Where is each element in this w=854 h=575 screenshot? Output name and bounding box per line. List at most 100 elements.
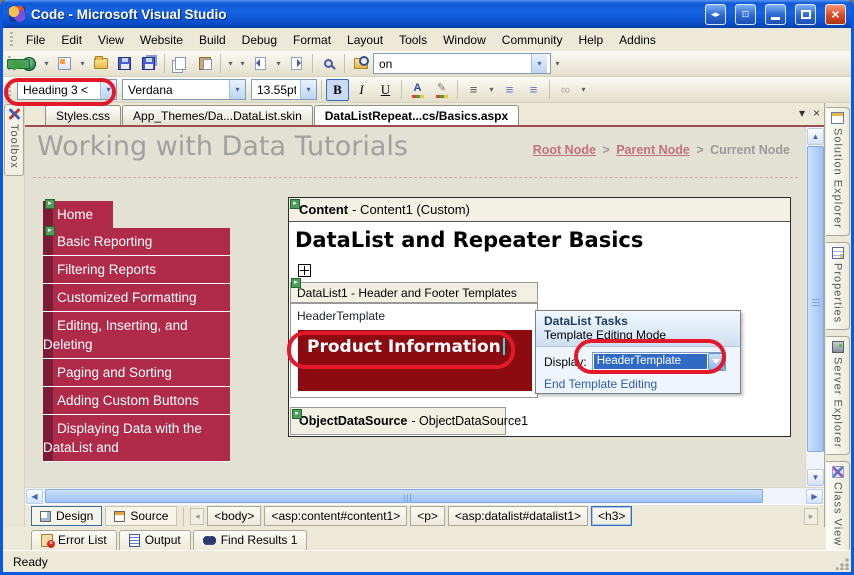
view-in-browser-button[interactable] [317,53,340,75]
font-size-combo-dropdown[interactable]: ▾ [300,80,316,99]
open-file-button[interactable] [89,53,112,75]
undo-dropdown[interactable]: ▾ [225,53,236,75]
tab-styles-css[interactable]: Styles.css [45,105,121,125]
maximize-button[interactable] [795,4,816,25]
new-website-dropdown[interactable]: ▾ [41,53,52,75]
horizontal-scroll-thumb[interactable] [45,489,763,503]
menu-window[interactable]: Window [435,30,494,50]
style-combo[interactable]: Heading 3 < ▾ [17,79,117,100]
vertical-scroll-thumb[interactable] [807,146,824,452]
numbered-list-button[interactable]: ≡ [522,79,545,101]
hyperlink-button[interactable]: ∞ [554,79,577,101]
tag-body[interactable]: <body> [207,506,261,526]
title-bar[interactable]: Code - Microsoft Visual Studio ◂▸ ⊡ × [3,0,851,28]
font-color-button[interactable]: A [406,79,429,101]
tag-p[interactable]: <p> [410,506,445,526]
scroll-down-button[interactable]: ▼ [807,469,824,486]
objectdatasource-control[interactable]: ▸ ObjectDataSource- ObjectDataSource1 [290,407,506,435]
nav-item-adding-custom-buttons[interactable]: Adding Custom Buttons [43,387,230,415]
template-editor[interactable]: HeaderTemplate Product Information [290,303,538,398]
tag-asp-content[interactable]: <asp:content#content1> [264,506,407,526]
class-view-tab[interactable]: Class View [826,461,850,553]
menu-layout[interactable]: Layout [339,30,391,50]
scroll-up-button[interactable]: ▲ [807,128,824,145]
save-all-button[interactable] [137,53,160,75]
nav-item-editing-inserting-deleting[interactable]: Editing, Inserting, and Deleting [43,312,230,359]
tab-list-dropdown[interactable]: ▾ [799,106,805,120]
design-surface[interactable]: Working with Data Tutorials Root Node > … [25,127,824,487]
horizontal-scroll-track[interactable] [44,488,805,504]
tag-scroll-left-button[interactable]: ◂ [190,508,204,525]
solution-explorer-tab[interactable]: Solution Explorer [826,107,850,236]
move-handle-icon[interactable] [298,264,311,277]
font-combo-dropdown[interactable]: ▾ [229,80,245,99]
scroll-left-button[interactable]: ◀ [26,489,43,504]
menu-build[interactable]: Build [191,30,234,50]
redo-dropdown[interactable]: ▾ [237,53,248,75]
source-view-button[interactable]: Source [105,506,177,526]
font-combo[interactable]: Verdana ▾ [122,79,246,100]
find-in-files-button[interactable] [349,53,372,75]
nav-item-basic-reporting[interactable]: Basic Reporting [43,228,230,256]
menu-edit[interactable]: Edit [53,30,90,50]
formatting-overflow-button[interactable]: ▾ [578,79,589,101]
content-control[interactable]: ▸ Content- Content1 (Custom) DataList an… [288,197,791,437]
find-combo[interactable]: ▾ [373,53,551,74]
template-text[interactable]: Product Information [307,337,501,357]
breadcrumb-parent-link[interactable]: Parent Node [616,143,690,157]
scroll-right-button[interactable]: ▶ [806,489,823,504]
datalist-control-header[interactable]: DataList1 - Header and Footer Templates [290,282,538,303]
properties-tab[interactable]: Properties [826,242,850,330]
tab-basics-aspx[interactable]: DataListRepeat...cs/Basics.aspx [314,105,519,125]
tag-h3[interactable]: <h3> [591,506,632,526]
toolbox-tab[interactable]: Toolbox [4,104,24,176]
alignment-button[interactable]: ≡ [462,79,485,101]
toolbar-grip[interactable] [8,82,11,98]
save-button[interactable] [113,53,136,75]
start-debug-button[interactable]: ▶ [7,59,30,69]
menu-website[interactable]: Website [132,30,191,50]
navigate-backward-dropdown[interactable]: ▾ [273,53,284,75]
underline-button[interactable]: U [374,79,397,101]
alignment-dropdown[interactable]: ▾ [486,79,497,101]
vertical-scrollbar[interactable]: ▲ ▼ [805,127,824,487]
highlight-button[interactable]: ✎ [430,79,453,101]
bold-button[interactable]: B [326,79,349,101]
font-size-combo[interactable]: 13.55pt ▾ [251,79,317,100]
navigate-backward-button[interactable] [249,53,272,75]
display-template-dropdown[interactable]: HeaderTemplate [592,352,726,371]
resize-grip[interactable] [836,557,849,570]
tab-datalist-skin[interactable]: App_Themes/Da...DataList.skin [122,105,313,125]
nav-item-paging-sorting[interactable]: Paging and Sorting [43,359,230,387]
horizontal-scrollbar[interactable]: ◀ ▶ [25,487,824,504]
find-combo-dropdown[interactable]: ▾ [531,54,547,73]
close-button[interactable]: × [825,4,846,25]
copy-button[interactable] [169,53,192,75]
tag-asp-datalist[interactable]: <asp:datalist#datalist1> [448,506,588,526]
menu-debug[interactable]: Debug [234,30,285,50]
minimize-button[interactable] [765,4,786,25]
nav-item-customized-formatting[interactable]: Customized Formatting [43,284,230,312]
add-item-dropdown[interactable]: ▾ [77,53,88,75]
find-results-tab[interactable]: Find Results 1 [193,530,308,550]
header-template-content[interactable]: Product Information [298,330,532,391]
menu-file[interactable]: File [18,30,53,50]
design-view-button[interactable]: Design [31,506,102,526]
nav-item-filtering-reports[interactable]: Filtering Reports [43,256,230,284]
paste-button[interactable] [193,53,216,75]
italic-button[interactable]: I [350,79,373,101]
style-combo-dropdown[interactable]: ▾ [100,80,116,99]
breadcrumb-root-link[interactable]: Root Node [533,143,596,157]
menu-format[interactable]: Format [285,30,339,50]
end-template-editing-link[interactable]: End Template Editing [544,377,732,391]
menu-tools[interactable]: Tools [391,30,435,50]
close-document-button[interactable]: × [813,106,820,120]
server-explorer-tab[interactable]: Server Explorer [826,336,850,455]
menu-grip[interactable] [10,32,13,48]
menu-view[interactable]: View [90,30,132,50]
dropdown-arrow-icon[interactable] [708,353,725,370]
tag-scroll-right-button[interactable]: ▸ [804,508,818,525]
find-combo-input[interactable] [379,54,527,73]
bullet-list-button[interactable]: ≡ [498,79,521,101]
menu-help[interactable]: Help [570,30,611,50]
